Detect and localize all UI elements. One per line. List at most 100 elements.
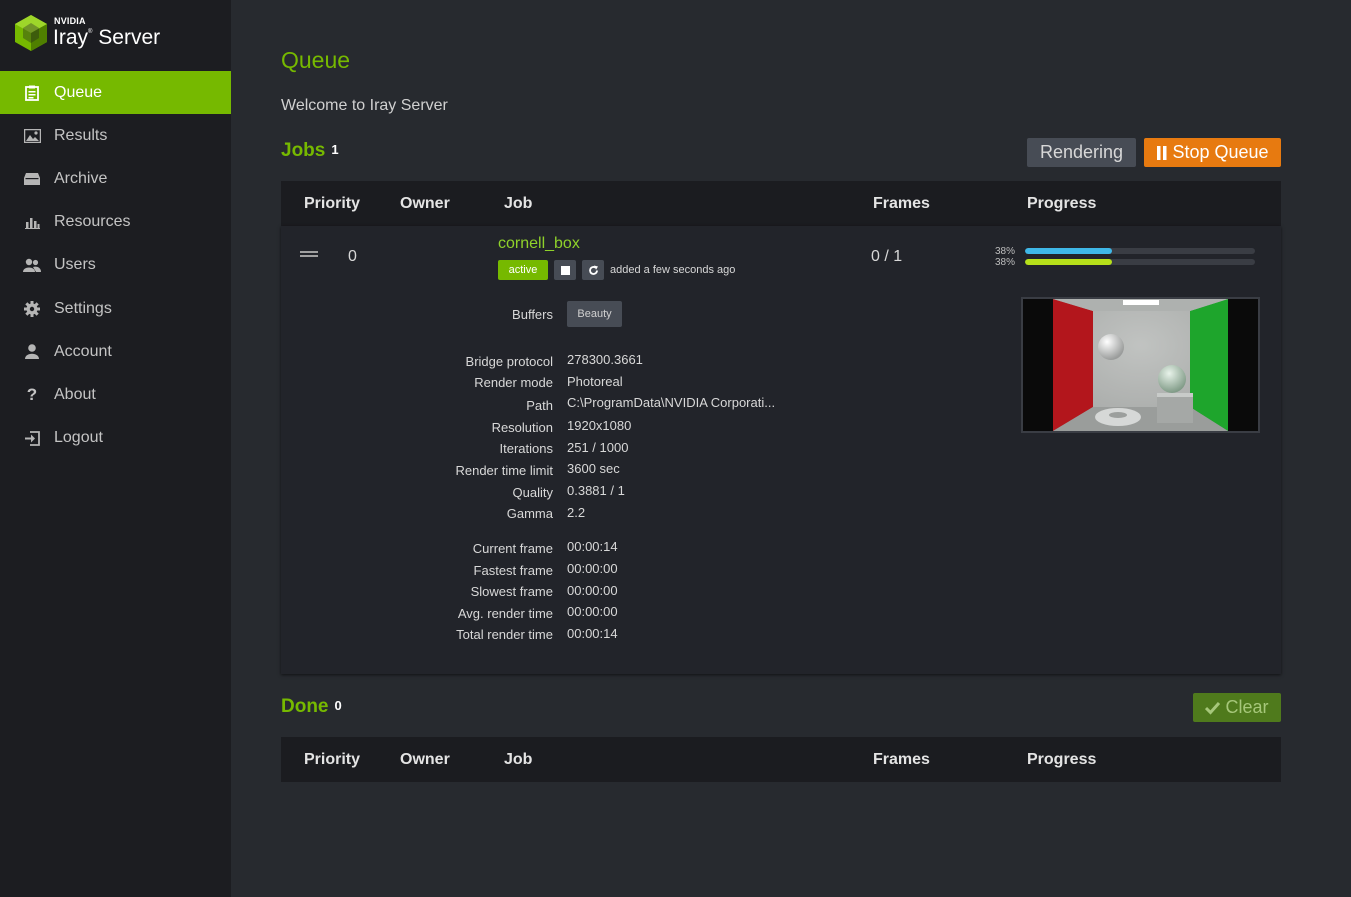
progress-bar-secondary xyxy=(1025,259,1255,265)
prop-label: Iterations xyxy=(499,441,553,456)
timing-value: 00:00:14 xyxy=(567,626,618,641)
job-priority[interactable]: 0 xyxy=(348,248,357,266)
timing-label: Avg. render time xyxy=(457,606,553,621)
clear-label: Clear xyxy=(1225,697,1269,717)
app-logo[interactable]: NVIDIA Iray® Server xyxy=(14,12,214,56)
timing-label: Slowest frame xyxy=(470,584,553,599)
timing-label: Fastest frame xyxy=(473,563,553,578)
column-priority[interactable]: Priority xyxy=(304,737,360,782)
prop-label: Gamma xyxy=(506,506,553,521)
sidebar-item-about[interactable]: ? About xyxy=(0,373,231,416)
page-title: Queue xyxy=(281,47,351,73)
sidebar-item-label: Settings xyxy=(54,299,112,317)
column-progress[interactable]: Progress xyxy=(1027,181,1096,226)
refresh-icon xyxy=(588,265,598,275)
check-icon xyxy=(1205,701,1221,715)
progress-percent-label: 38% xyxy=(994,257,1015,268)
prop-label: Bridge protocol xyxy=(465,354,553,369)
timing-label: Total render time xyxy=(456,627,553,642)
column-frames[interactable]: Frames xyxy=(873,181,930,226)
prop-value: C:\ProgramData\NVIDIA Corporati... xyxy=(567,395,776,410)
prop-label: Render time limit xyxy=(455,463,553,478)
product-name-suffix: Server xyxy=(98,26,161,49)
image-icon xyxy=(23,127,41,145)
render-preview-image[interactable] xyxy=(1021,297,1260,433)
archive-icon xyxy=(23,170,41,188)
sidebar-item-resources[interactable]: Resources xyxy=(0,201,231,244)
question-icon: ? xyxy=(26,384,38,404)
nvidia-logo-icon xyxy=(15,15,47,51)
brand-name: NVIDIA xyxy=(54,16,86,26)
sidebar-item-label: Resources xyxy=(54,213,131,231)
users-icon xyxy=(23,256,41,274)
user-icon xyxy=(23,343,41,361)
progress-bar-primary xyxy=(1025,248,1255,254)
clear-button[interactable]: Clear xyxy=(1193,693,1281,722)
pause-icon xyxy=(1157,145,1167,160)
job-row: 0 cornell_box active added a few seconds… xyxy=(281,226,1281,674)
timing-value: 00:00:14 xyxy=(567,539,618,554)
buffers-label: Buffers xyxy=(512,307,553,322)
drag-handle-icon[interactable] xyxy=(300,251,318,260)
done-section-title: Done 0 xyxy=(281,696,342,718)
bar-chart-icon xyxy=(23,213,41,231)
jobs-section-title: Jobs 1 xyxy=(281,140,339,162)
sidebar-item-users[interactable]: Users xyxy=(0,244,231,287)
prop-value: 3600 sec xyxy=(567,461,620,476)
jobs-title: Jobs xyxy=(281,140,326,161)
job-frames: 0 / 1 xyxy=(871,248,903,265)
sidebar-item-results[interactable]: Results xyxy=(0,114,231,157)
jobs-count: 1 xyxy=(331,142,339,157)
prop-label: Quality xyxy=(512,485,553,500)
sidebar-item-label: Users xyxy=(54,256,96,274)
prop-value: 251 / 1000 xyxy=(567,440,629,455)
sidebar-item-archive[interactable]: Archive xyxy=(0,157,231,200)
product-name-main: Iray xyxy=(53,26,89,49)
done-title: Done xyxy=(281,696,329,717)
job-status-badge: active xyxy=(498,260,548,280)
gear-icon xyxy=(23,300,41,318)
prop-value: 1920x1080 xyxy=(567,418,632,433)
column-priority[interactable]: Priority xyxy=(304,181,360,226)
timing-value: 00:00:00 xyxy=(567,583,618,598)
prop-value: 278300.3661 xyxy=(567,352,643,367)
sidebar-item-queue[interactable]: Queue xyxy=(0,71,231,115)
logout-icon xyxy=(23,429,41,447)
job-name-link[interactable]: cornell_box xyxy=(498,235,580,253)
restart-job-button[interactable] xyxy=(582,260,604,280)
done-count: 0 xyxy=(334,698,342,713)
sidebar-item-settings[interactable]: Settings xyxy=(0,287,231,330)
prop-label: Render mode xyxy=(474,375,553,390)
welcome-text: Welcome to Iray Server xyxy=(281,97,448,114)
done-table-header: Priority Owner Job Frames Progress xyxy=(281,737,1281,782)
progress-bar-fill xyxy=(1025,259,1113,265)
sidebar-item-label: Archive xyxy=(54,169,108,187)
progress-percent-label: 38% xyxy=(994,246,1015,257)
sidebar-item-label: Account xyxy=(54,342,112,360)
column-progress[interactable]: Progress xyxy=(1027,737,1096,782)
sidebar-item-account[interactable]: Account xyxy=(0,330,231,373)
column-job[interactable]: Job xyxy=(504,737,532,782)
jobs-table-header: Priority Owner Job Frames Progress xyxy=(281,181,1281,226)
prop-value: 2.2 xyxy=(567,505,586,520)
stop-job-button[interactable] xyxy=(554,260,576,280)
progress-bar-fill xyxy=(1025,248,1113,254)
sidebar-item-label: Logout xyxy=(54,429,103,447)
sidebar-item-label: Results xyxy=(54,126,108,144)
column-owner[interactable]: Owner xyxy=(400,181,450,226)
rendering-status-button[interactable]: Rendering xyxy=(1027,138,1136,167)
stop-queue-button[interactable]: Stop Queue xyxy=(1144,138,1281,167)
prop-label: Resolution xyxy=(491,420,553,435)
timing-label: Current frame xyxy=(472,541,553,556)
column-owner[interactable]: Owner xyxy=(400,737,450,782)
prop-label: Path xyxy=(526,398,553,413)
column-frames[interactable]: Frames xyxy=(873,737,930,782)
stop-queue-label: Stop Queue xyxy=(1172,142,1269,162)
buffer-beauty-button[interactable]: Beauty xyxy=(567,301,622,327)
clipboard-icon xyxy=(23,84,41,102)
sidebar: NVIDIA Iray® Server Queue Results Archiv… xyxy=(0,0,231,897)
sidebar-item-logout[interactable]: Logout xyxy=(0,417,231,460)
prop-value: Photoreal xyxy=(567,374,623,389)
timing-value: 00:00:00 xyxy=(567,561,618,576)
column-job[interactable]: Job xyxy=(504,181,532,226)
